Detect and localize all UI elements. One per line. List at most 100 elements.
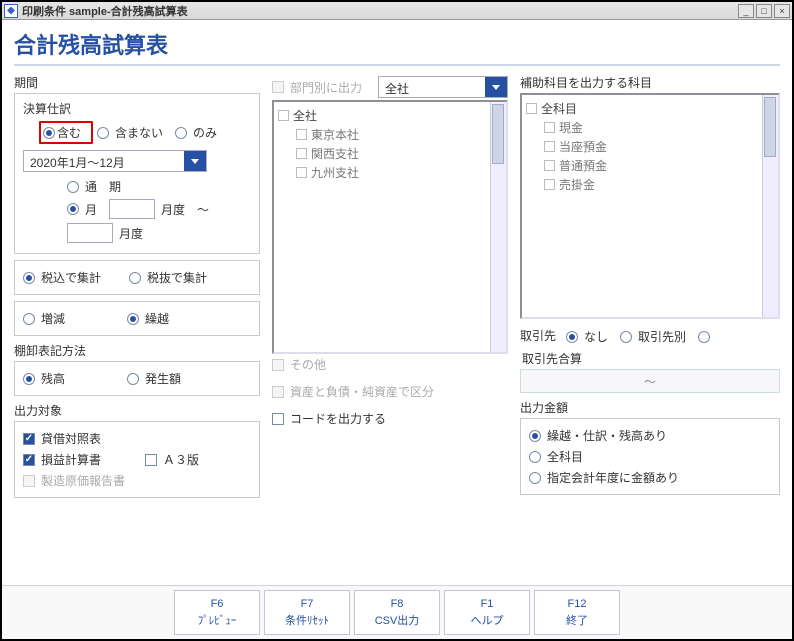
tree-check[interactable] (278, 110, 289, 121)
tree-item[interactable]: 普通預金 (559, 157, 607, 174)
tree-item[interactable]: 現金 (559, 119, 583, 136)
app-icon (4, 4, 18, 18)
mfg-check (23, 475, 35, 487)
balance-radio[interactable] (23, 373, 35, 385)
partner-by-radio[interactable] (620, 331, 632, 343)
closing-only-label: のみ (191, 124, 225, 141)
other-check (272, 359, 284, 371)
closing-include-radio[interactable] (43, 127, 55, 139)
tree-item[interactable]: 東京本社 (311, 126, 359, 143)
f6-button[interactable]: F6 ﾌﾟﾚﾋﾞｭｰ (174, 590, 260, 635)
output-amount-label: 出力金額 (520, 399, 780, 416)
dept-tree[interactable]: 全社 東京本社 関西支社 九州支社 (272, 100, 508, 354)
month-to-suffix: 月度 (117, 225, 151, 242)
tree-root[interactable]: 全社 (293, 107, 317, 124)
change-label: 増減 (39, 310, 73, 327)
closing-exclude-radio[interactable] (97, 127, 109, 139)
tree-check[interactable] (544, 179, 555, 190)
output-code-label: コードを出力する (288, 410, 394, 427)
minimize-button[interactable]: _ (738, 4, 754, 18)
carryover-radio[interactable] (127, 313, 139, 325)
partner-none-radio[interactable] (566, 331, 578, 343)
bs-check[interactable] (23, 433, 35, 445)
title-divider (14, 64, 780, 66)
window-titlebar: 印刷条件 sample-合計残高試算表 _ □ × (2, 2, 792, 20)
f7-key: F7 (301, 598, 314, 610)
inventory-label: 棚卸表記方法 (14, 342, 260, 359)
accounts-tree[interactable]: 全科目 現金 当座預金 普通預金 売掛金 (520, 93, 780, 319)
close-button[interactable]: × (774, 4, 790, 18)
dropdown-caret-icon (485, 77, 507, 97)
footer: F6 ﾌﾟﾚﾋﾞｭｰ F7 条件ﾘｾｯﾄ F8 CSV出力 F1 ヘルプ F12… (2, 585, 792, 639)
without-tax-radio[interactable] (129, 272, 141, 284)
closing-exclude-label: 含まない (113, 124, 171, 141)
amount-all-label: 全科目 (545, 448, 591, 465)
f7-button[interactable]: F7 条件ﾘｾｯﾄ (264, 590, 350, 635)
f12-button[interactable]: F12 終了 (534, 590, 620, 635)
f8-button[interactable]: F8 CSV出力 (354, 590, 440, 635)
occur-label: 発生額 (143, 370, 189, 387)
f6-key: F6 (211, 598, 224, 610)
dept-select-value: 全社 (379, 77, 485, 97)
balance-label: 残高 (39, 370, 73, 387)
scrollbar[interactable] (762, 95, 778, 317)
pl-check[interactable] (23, 454, 35, 466)
output-amount-panel: 繰越・仕訳・残高あり 全科目 指定会計年度に金額あり (520, 418, 780, 495)
change-radio[interactable] (23, 313, 35, 325)
dept-select[interactable]: 全社 (378, 76, 508, 98)
period-range-select[interactable]: 2020年1月～12月 (23, 150, 207, 172)
occur-radio[interactable] (127, 373, 139, 385)
month-from-input[interactable] (109, 199, 155, 219)
month-sep: ～ (197, 201, 209, 218)
a3-check[interactable] (145, 454, 157, 466)
by-dept-label: 部門別に出力 (288, 79, 370, 96)
tree-item[interactable]: 九州支社 (311, 164, 359, 181)
partner-merge-radio[interactable] (698, 331, 710, 343)
scrollbar[interactable] (490, 102, 506, 352)
inventory-panel: 残高 発生額 (14, 361, 260, 396)
month-from-suffix: 月度 (159, 201, 193, 218)
with-tax-radio[interactable] (23, 272, 35, 284)
f1-label: ヘルプ (471, 612, 504, 628)
amount-carryover-radio[interactable] (529, 430, 541, 442)
partner-range-box: ～ (520, 369, 780, 393)
output-code-check[interactable] (272, 413, 284, 425)
period-panel: 決算仕訳 含む 含まない のみ 2020年1月～12月 (14, 93, 260, 254)
tree-check[interactable] (544, 141, 555, 152)
closing-include-highlight: 含む (39, 121, 93, 144)
period-full-radio[interactable] (67, 181, 79, 193)
partner-label: 取引先 (520, 327, 556, 344)
f1-button[interactable]: F1 ヘルプ (444, 590, 530, 635)
tree-item[interactable]: 関西支社 (311, 145, 359, 162)
tree-check[interactable] (296, 167, 307, 178)
tree-item[interactable]: 売掛金 (559, 176, 595, 193)
amount-designated-radio[interactable] (529, 472, 541, 484)
carryover-label: 繰越 (143, 310, 177, 327)
tree-check[interactable] (526, 103, 537, 114)
amount-all-radio[interactable] (529, 451, 541, 463)
by-dept-check (272, 81, 284, 93)
amount-designated-label: 指定会計年度に金額あり (545, 469, 687, 486)
split-assets-label: 資産と負債・純資産で区分 (288, 383, 442, 400)
maximize-button[interactable]: □ (756, 4, 772, 18)
f12-label: 終了 (566, 612, 588, 628)
bs-label: 貸借対照表 (39, 430, 109, 447)
window-title: 印刷条件 sample-合計残高試算表 (22, 3, 188, 19)
dropdown-caret-icon (184, 151, 206, 171)
period-range-value: 2020年1月～12月 (24, 151, 184, 171)
mfg-label: 製造原価報告書 (39, 472, 133, 489)
other-label: その他 (288, 356, 334, 373)
tree-item[interactable]: 当座預金 (559, 138, 607, 155)
tree-check[interactable] (296, 148, 307, 159)
closing-only-radio[interactable] (175, 127, 187, 139)
split-assets-check (272, 386, 284, 398)
aggregate-panel: 税込で集計 税抜で集計 (14, 260, 260, 295)
tree-check[interactable] (544, 160, 555, 171)
period-month-radio[interactable] (67, 203, 79, 215)
tree-root[interactable]: 全科目 (541, 100, 577, 117)
tree-check[interactable] (544, 122, 555, 133)
tree-check[interactable] (296, 129, 307, 140)
month-to-input[interactable] (67, 223, 113, 243)
with-tax-label: 税込で集計 (39, 269, 109, 286)
f12-key: F12 (568, 598, 587, 610)
